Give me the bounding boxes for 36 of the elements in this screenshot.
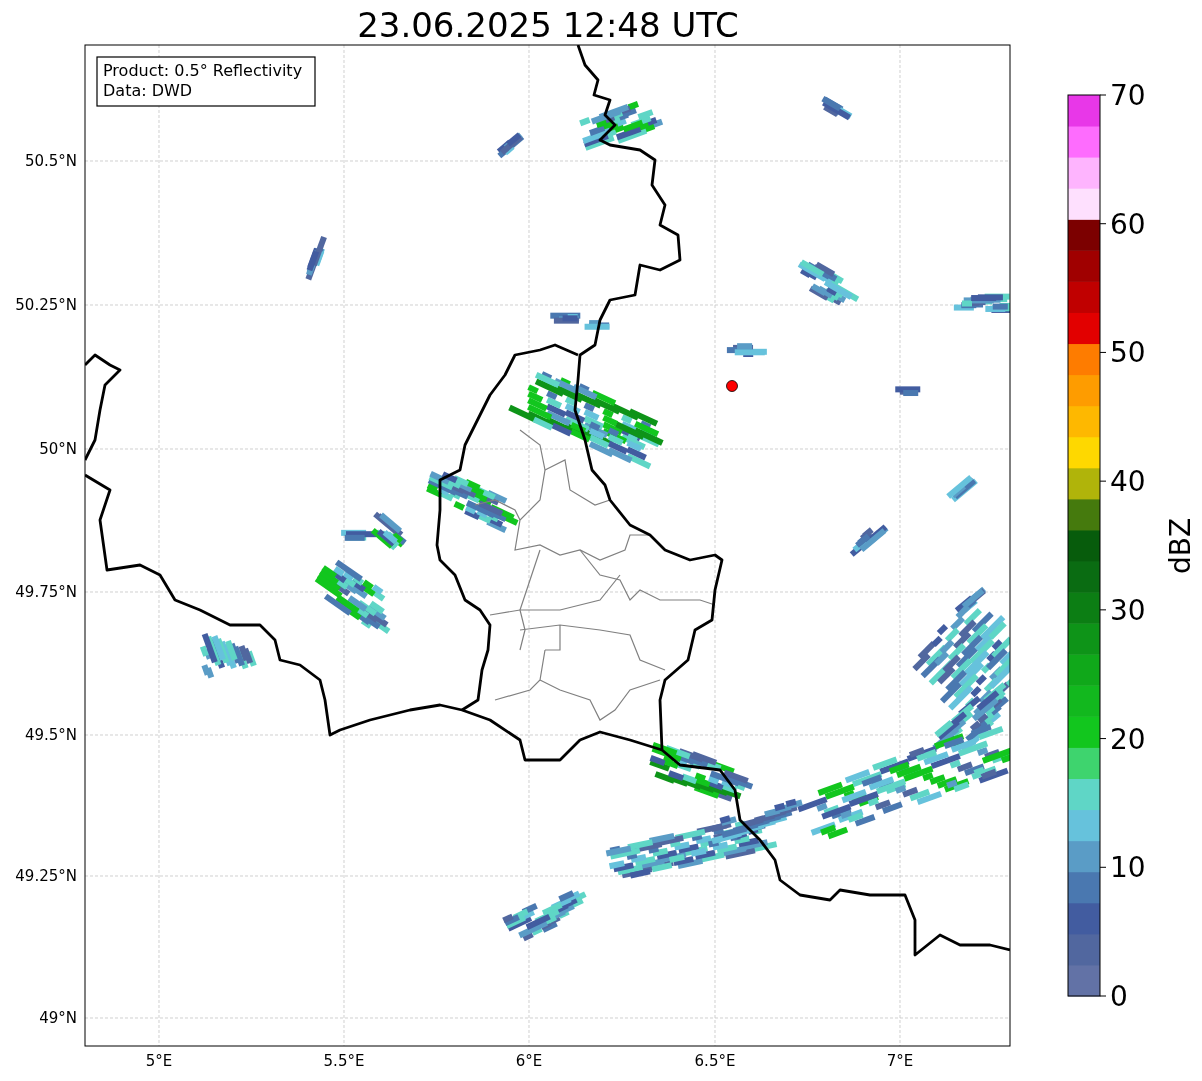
radar-echo — [797, 259, 860, 306]
latitude-label: 49.5°N — [24, 726, 77, 744]
longitude-label: 5.5°E — [323, 1052, 365, 1070]
latitude-label: 50.25°N — [15, 296, 77, 314]
colorbar-tick-label: 50 — [1110, 336, 1146, 370]
colorbar-tick-label: 20 — [1110, 722, 1146, 756]
chart-title: 23.06.2025 12:48 UTC — [357, 5, 739, 45]
longitude-label: 6.5°E — [694, 1052, 736, 1070]
colorbar-tick-label: 10 — [1110, 851, 1146, 885]
colorbar-tick-label: 0 — [1110, 980, 1128, 1013]
colorbar-label: dBZ — [1164, 517, 1197, 575]
radar-echo — [953, 293, 1010, 313]
radar-echo — [726, 343, 767, 357]
longitude-label: 5°E — [145, 1052, 173, 1070]
radar-echo — [550, 312, 581, 324]
latitude-label: 50.5°N — [24, 152, 77, 170]
latitude-label: 49°N — [39, 1009, 77, 1027]
radar-echo — [199, 633, 257, 679]
colorbar-tick-label: 60 — [1110, 207, 1146, 241]
radar-echo — [584, 320, 610, 330]
latitude-label: 49.75°N — [15, 583, 77, 601]
legend-text: Product: 0.5° Reflectivity — [103, 61, 303, 80]
longitude-label: 7°E — [886, 1052, 914, 1070]
colorbar-tick-label: 30 — [1110, 593, 1146, 627]
radar-echo — [821, 96, 853, 121]
radar-echo — [849, 524, 889, 557]
colorbar-tick-label: 40 — [1110, 465, 1146, 499]
latitude-label: 50°N — [39, 440, 77, 458]
latitude-label: 49.25°N — [15, 867, 77, 885]
longitude-label: 6°E — [515, 1052, 543, 1070]
colorbar-tick-label: 70 — [1110, 79, 1146, 112]
radar-echo — [946, 475, 978, 503]
radar-echo — [895, 386, 921, 396]
legend-text: Data: DWD — [103, 81, 193, 100]
radar-echo — [305, 235, 327, 281]
radar-site-marker — [726, 380, 738, 392]
